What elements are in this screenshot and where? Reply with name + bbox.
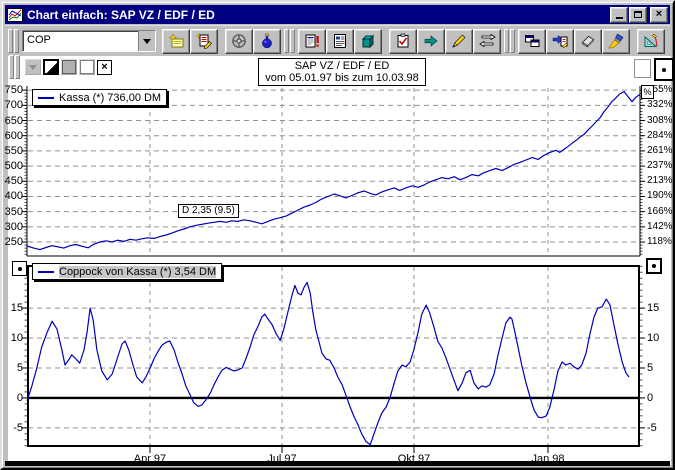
double-arrow-icon [479,33,496,49]
maximize-button[interactable] [629,7,647,23]
windows-cascade-button[interactable] [518,29,546,54]
brush-icon [608,33,625,49]
combobox-dropdown-button[interactable] [138,31,155,51]
gray-square-icon [62,60,76,74]
pencil-icon [451,33,468,49]
main-toolbar: COP [5,25,670,56]
price-legend-label: Kassa (*) 736,00 DM [59,92,161,104]
line-sample-icon [38,97,54,99]
bottom-dark-strip [5,461,670,466]
flask-button[interactable] [253,29,281,54]
report-exclaim-icon [304,33,321,49]
eraser-icon [580,33,597,49]
edit-template-icon [196,33,213,49]
new-chart-icon [168,33,185,49]
minimize-icon [616,17,623,19]
coppock-pane-left-dot-button[interactable] [12,261,27,276]
dot-icon [18,267,22,271]
chevron-down-icon [143,39,151,44]
price-pane-dot-button[interactable] [654,58,674,81]
delete-style-button[interactable]: × [97,60,112,75]
symbol-combobox[interactable]: COP [22,30,156,52]
brush-button[interactable] [602,29,630,54]
x-icon: × [101,62,107,73]
maximize-icon [634,11,642,18]
chart-info-box: SAP VZ / EDF / ED vom 05.01.97 bis zum 1… [258,58,426,86]
white-square-icon [80,60,94,74]
chevron-down-disabled-icon [29,65,37,70]
symbol-combobox-value: COP [23,31,138,51]
white-square-button[interactable] [79,59,95,75]
pencil-button[interactable] [445,29,473,54]
clipboard-check-icon [395,33,412,49]
annotation-text: D 2,35 (9.5) [182,205,235,216]
close-icon: × [656,9,662,20]
contrast-square-button[interactable] [43,59,59,75]
coppock-legend-label: Coppock von Kassa (*) 3,54 DM [59,266,216,278]
export-doc-icon [552,33,569,49]
toolbar-grip[interactable] [504,29,515,53]
toolbar-button-groups [162,29,665,54]
mini-toolbar-grip[interactable] [9,55,20,79]
dot-icon [652,264,656,268]
arrow-right-button[interactable] [417,29,445,54]
double-arrow-button[interactable] [473,29,501,54]
pane-scale-disabled-box [634,59,651,78]
clipboard-check-button[interactable] [389,29,417,54]
windows-cascade-icon [524,33,541,49]
report-text-button[interactable] [326,29,354,54]
contrast-square-icon [44,60,58,74]
info-date-range: vom 05.01.97 bis zum 10.03.98 [259,72,425,84]
gray-square-button[interactable] [61,59,77,75]
chart-client-area [8,56,671,465]
info-symbol: SAP VZ / EDF / ED [259,60,425,72]
dropdown-disabled-button [25,59,41,75]
target-button[interactable] [225,29,253,54]
close-button[interactable]: × [650,7,668,23]
new-chart-button[interactable] [162,29,190,54]
target-icon [231,33,248,49]
report-text-icon [332,33,349,49]
price-legend[interactable]: Kassa (*) 736,00 DM [32,89,167,106]
drawing-tools-icon [643,33,660,49]
toolbar-grip[interactable] [8,29,19,53]
coppock-legend[interactable]: Coppock von Kassa (*) 3,54 DM [32,263,222,280]
cube-icon [360,33,377,49]
percent-scale-badge: % [641,85,654,99]
style-mini-toolbar: × [6,58,112,76]
dot-icon [662,68,666,72]
coppock-pane-right-dot-button[interactable] [646,258,662,274]
title-bar[interactable]: Chart einfach: SAP VZ / EDF / ED × [5,5,670,24]
export-doc-button[interactable] [546,29,574,54]
minimize-button[interactable] [610,7,628,23]
report-exclaim-button[interactable] [298,29,326,54]
app-chart-icon [7,8,23,22]
arrow-right-icon [423,33,440,49]
window-title: Chart einfach: SAP VZ / EDF / ED [27,8,609,22]
edit-template-button[interactable] [190,29,218,54]
app-window: Chart einfach: SAP VZ / EDF / ED × COP ×… [0,0,675,470]
line-sample-icon [38,271,54,273]
flask-icon [259,33,276,49]
cube-button[interactable] [354,29,382,54]
drawing-tools-button[interactable] [637,29,665,54]
eraser-button[interactable] [574,29,602,54]
chart-annotation[interactable]: D 2,35 (9.5) [178,204,239,218]
toolbar-grip[interactable] [284,29,295,53]
